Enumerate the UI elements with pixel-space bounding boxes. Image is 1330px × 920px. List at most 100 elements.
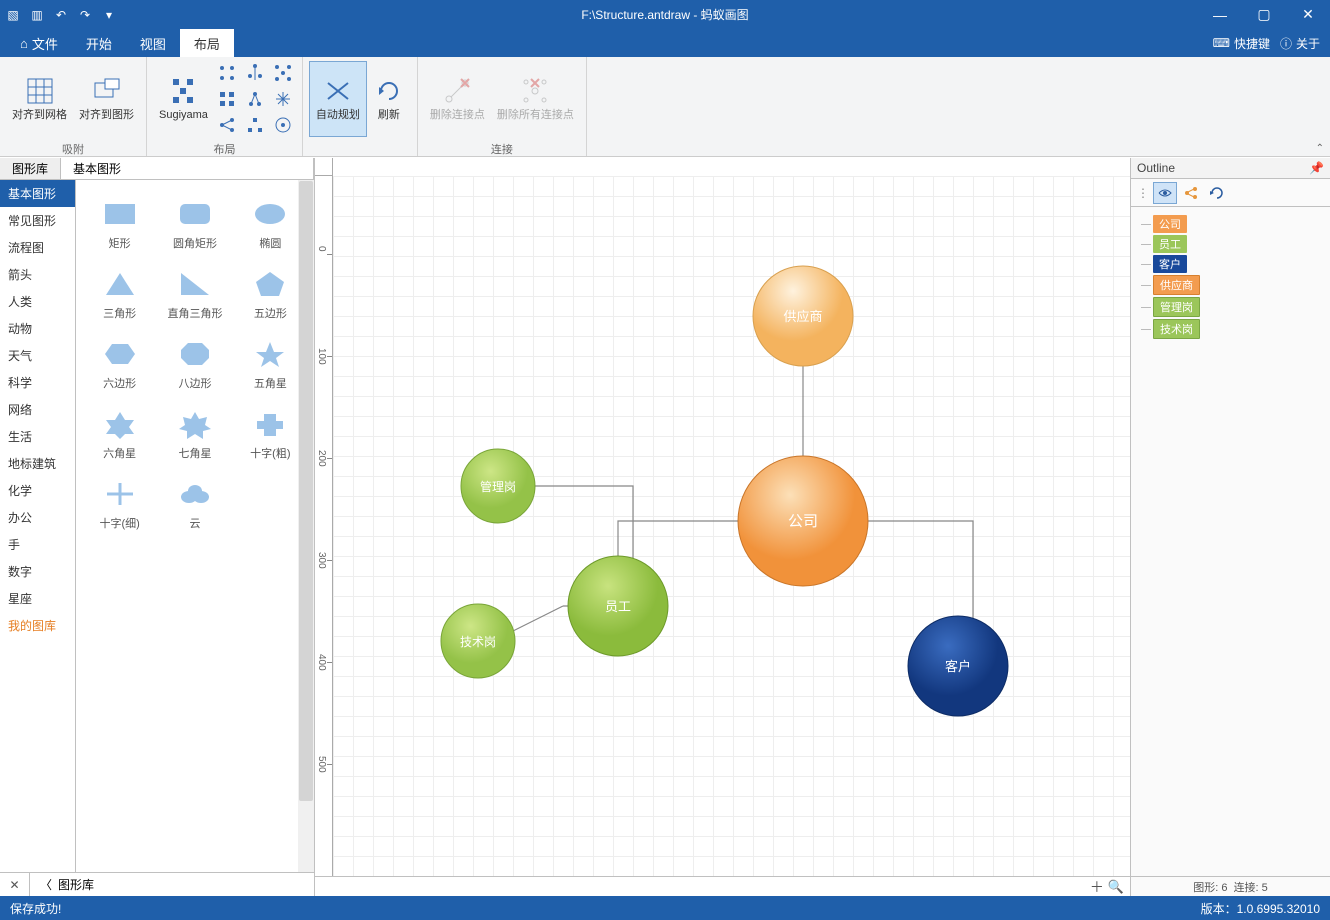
cat-item[interactable]: 网络 — [0, 396, 75, 423]
panel-close-icon[interactable]: ✕ — [0, 873, 30, 896]
chevron-left-icon: 〈 — [40, 876, 52, 893]
grip-icon[interactable]: ⋮ — [1135, 186, 1151, 200]
cat-item[interactable]: 数字 — [0, 558, 75, 585]
cat-item[interactable]: 生活 — [0, 423, 75, 450]
shape-star5[interactable]: 五角星 — [233, 330, 308, 400]
main-area: 图形库 基本图形 基本图形 常见图形 流程图 箭头 人类 动物 天气 科学 网络… — [0, 157, 1330, 896]
outline-view-button[interactable] — [1153, 182, 1177, 204]
canvas-footer: ＋ 🔍 — [315, 876, 1130, 896]
menu-layout[interactable]: 布局 — [180, 29, 234, 57]
qat-dropdown-icon[interactable]: ▾ — [100, 6, 118, 24]
ribbon-group-layout: Sugiyama 布局 — [147, 57, 303, 156]
layout-small-8[interactable] — [242, 113, 268, 137]
refresh-button[interactable]: 刷新 — [367, 61, 411, 137]
panel-back-button[interactable]: 〈 图形库 — [30, 876, 104, 893]
keyboard-icon: ⌨ — [1213, 36, 1230, 50]
shape-round-rect[interactable]: 圆角矩形 — [157, 190, 232, 260]
shape-triangle[interactable]: 三角形 — [82, 260, 157, 330]
version-label: 版本：1.0.6995.32010 — [1201, 900, 1320, 917]
node-manager: 管理岗 — [480, 479, 516, 494]
home-icon: ⌂ — [20, 36, 28, 51]
minimize-button[interactable]: — — [1198, 0, 1242, 29]
cat-item[interactable]: 科学 — [0, 369, 75, 396]
outline-shape-count: 图形: 6 — [1193, 879, 1227, 895]
layout-small-3[interactable] — [270, 61, 296, 85]
shape-cross-bold[interactable]: 十字(粗) — [233, 400, 308, 470]
maximize-button[interactable]: ▢ — [1242, 0, 1286, 29]
layout-small-4[interactable] — [214, 87, 240, 111]
tab-basic-shapes[interactable]: 基本图形 — [61, 158, 314, 179]
app-icon: ▧ — [4, 6, 22, 24]
tab-shape-lib[interactable]: 图形库 — [0, 158, 61, 179]
status-message: 保存成功! — [10, 900, 61, 917]
zoom-fit-icon[interactable]: ＋ — [1090, 877, 1104, 897]
ribbon-group-auto: 自动规划 刷新 — [303, 57, 417, 156]
cat-item[interactable]: 手 — [0, 531, 75, 558]
shape-star6[interactable]: 六角星 — [82, 400, 157, 470]
cat-item[interactable]: 地标建筑 — [0, 450, 75, 477]
redo-icon[interactable]: ↷ — [76, 6, 94, 24]
cat-item-mylib[interactable]: 我的图库 — [0, 612, 75, 639]
shape-pentagon[interactable]: 五边形 — [233, 260, 308, 330]
outline-item[interactable]: 技术岗 — [1135, 319, 1326, 339]
layout-small-1[interactable] — [214, 61, 240, 85]
shape-star7[interactable]: 七角星 — [157, 400, 232, 470]
cat-item[interactable]: 人类 — [0, 288, 75, 315]
ruler-vertical: 0100200300400500 — [315, 176, 333, 876]
sugiyama-button[interactable]: Sugiyama — [153, 61, 214, 137]
layout-small-7[interactable] — [214, 113, 240, 137]
snap-to-shape-button[interactable]: 对齐到图形 — [73, 61, 140, 137]
outline-item[interactable]: 管理岗 — [1135, 297, 1326, 317]
cat-item[interactable]: 星座 — [0, 585, 75, 612]
shape-rect[interactable]: 矩形 — [82, 190, 157, 260]
node-tech: 技术岗 — [460, 635, 496, 649]
shape-octagon[interactable]: 八边形 — [157, 330, 232, 400]
cat-item[interactable]: 动物 — [0, 315, 75, 342]
cat-item[interactable]: 基本图形 — [0, 180, 75, 207]
cat-item[interactable]: 办公 — [0, 504, 75, 531]
shape-library-panel: 图形库 基本图形 基本图形 常见图形 流程图 箭头 人类 动物 天气 科学 网络… — [0, 158, 315, 896]
outline-item[interactable]: 供应商 — [1135, 275, 1326, 295]
titlebar: ▧ ▥ ↶ ↷ ▾ F:\Structure.antdraw - 蚂蚁画图 — … — [0, 0, 1330, 29]
about-link[interactable]: ⓘ关于 — [1280, 35, 1320, 52]
outline-item[interactable]: 公司 — [1135, 215, 1326, 233]
shape-cross-thin[interactable]: 十字(细) — [82, 470, 157, 540]
shape-ellipse[interactable]: 椭圆 — [233, 190, 308, 260]
shape-scrollbar[interactable] — [298, 180, 314, 872]
cat-item[interactable]: 常见图形 — [0, 207, 75, 234]
category-list: 基本图形 常见图形 流程图 箭头 人类 动物 天气 科学 网络 生活 地标建筑 … — [0, 180, 76, 872]
outline-tree: 公司员工客户供应商管理岗技术岗 — [1131, 207, 1330, 876]
layout-small-9[interactable] — [270, 113, 296, 137]
menu-start[interactable]: 开始 — [72, 29, 126, 57]
cat-item[interactable]: 流程图 — [0, 234, 75, 261]
close-button[interactable]: ✕ — [1286, 0, 1330, 29]
snap-to-grid-button[interactable]: 对齐到网格 — [6, 61, 73, 137]
outline-share-button[interactable] — [1179, 182, 1203, 204]
cat-item[interactable]: 天气 — [0, 342, 75, 369]
qat-icon-1[interactable]: ▥ — [28, 6, 46, 24]
shortcuts-link[interactable]: ⌨快捷键 — [1213, 35, 1270, 52]
delete-all-conn-button[interactable]: 删除所有连接点 — [491, 61, 580, 137]
cat-item[interactable]: 箭头 — [0, 261, 75, 288]
search-icon[interactable]: 🔍 — [1108, 879, 1124, 895]
shape-right-triangle[interactable]: 直角三角形 — [157, 260, 232, 330]
ribbon-collapse-icon[interactable]: ⌃ — [1316, 143, 1324, 154]
outline-item[interactable]: 客户 — [1135, 255, 1326, 273]
auto-layout-button[interactable]: 自动规划 — [309, 61, 367, 137]
menu-view[interactable]: 视图 — [126, 29, 180, 57]
layout-small-5[interactable] — [242, 87, 268, 111]
node-customer: 客户 — [945, 659, 971, 674]
outline-title: Outline — [1137, 161, 1175, 175]
shape-cloud[interactable]: 云 — [157, 470, 232, 540]
layout-small-6[interactable] — [270, 87, 296, 111]
undo-icon[interactable]: ↶ — [52, 6, 70, 24]
layout-small-2[interactable] — [242, 61, 268, 85]
menu-file[interactable]: ⌂ 文件 — [6, 29, 72, 57]
cat-item[interactable]: 化学 — [0, 477, 75, 504]
outline-refresh-button[interactable] — [1205, 182, 1229, 204]
canvas[interactable]: 供应商 公司 员工 客户 管理岗 技术岗 — [333, 176, 1130, 876]
outline-item[interactable]: 员工 — [1135, 235, 1326, 253]
delete-conn-button[interactable]: 删除连接点 — [424, 61, 491, 137]
shape-hexagon[interactable]: 六边形 — [82, 330, 157, 400]
pin-icon[interactable]: 📌 — [1309, 161, 1324, 175]
